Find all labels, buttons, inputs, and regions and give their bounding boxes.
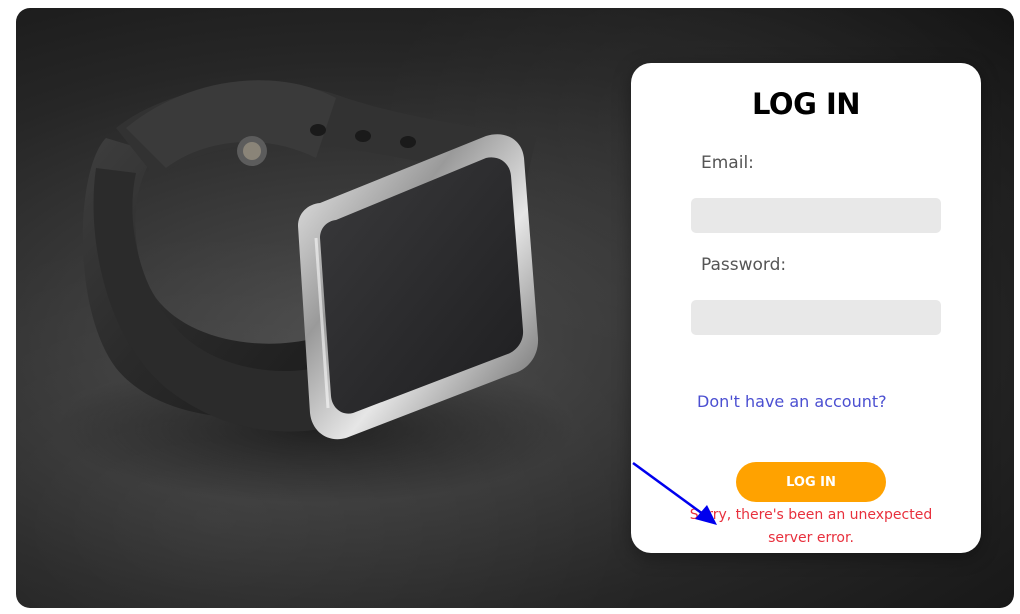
password-label: Password: [701,255,787,275]
email-label: Email: [701,153,754,173]
email-field[interactable] [691,198,941,233]
login-button[interactable]: LOG IN [736,462,886,502]
password-field[interactable] [691,300,941,335]
smartwatch-image [56,80,576,503]
login-title: LOG IN [751,87,861,121]
signup-link[interactable]: Don't have an account? [697,392,887,411]
arrow-pointer-icon [632,461,717,525]
